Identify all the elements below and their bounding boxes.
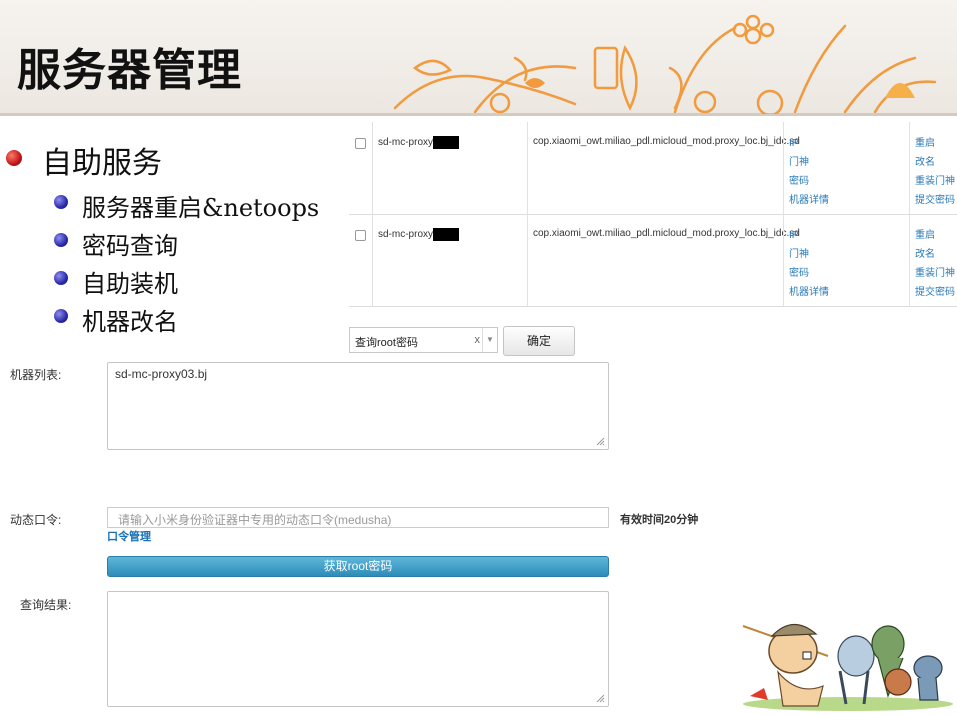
server-table: sd-mc-proxy cop.xiaomi_owt.miliao_pdl.mi… — [349, 122, 957, 307]
resize-handle-icon[interactable] — [596, 694, 605, 703]
bullet-sub-text: 密码查询 — [82, 232, 178, 260]
mascot-illustration — [742, 623, 953, 711]
chevron-down-icon[interactable]: ▼ — [482, 328, 497, 352]
link-machine-details[interactable]: 机器详情 — [789, 283, 829, 302]
clear-icon[interactable]: x — [475, 334, 481, 346]
action-submit-password[interactable]: 提交密码 — [915, 191, 955, 210]
table-row: sd-mc-proxy cop.xiaomi_owt.miliao_pdl.mi… — [349, 122, 957, 215]
bullet-blue-dot-icon — [54, 271, 68, 285]
result-label: 查询结果: — [20, 598, 72, 612]
action-reboot[interactable]: 重启 — [915, 134, 955, 153]
bullet-blue-dot-icon — [54, 309, 68, 323]
link-ip[interactable]: IP — [789, 226, 829, 245]
bullet-sub-text: 服务器重启&netoops — [82, 194, 320, 222]
redaction-block — [433, 228, 460, 241]
bullet-blue-dot-icon — [54, 233, 68, 247]
column-divider — [372, 214, 373, 306]
link-password[interactable]: 密码 — [789, 264, 829, 283]
validity-note: 有效时间20分钟 — [620, 514, 699, 526]
otp-label: 动态口令: — [10, 513, 62, 527]
row-checkbox[interactable] — [355, 138, 366, 149]
service-path-cell: cop.xiaomi_owt.miliao_pdl.micloud_mod.pr… — [533, 228, 800, 239]
service-path-cell: cop.xiaomi_owt.miliao_pdl.micloud_mod.pr… — [533, 136, 800, 147]
action-reinstall-gatekeeper[interactable]: 重装门神 — [915, 264, 955, 283]
action-rename[interactable]: 改名 — [915, 153, 955, 172]
otp-management-link[interactable]: 口令管理 — [107, 528, 151, 544]
bullet-red-dot-icon — [6, 150, 22, 166]
machine-list-label: 机器列表: — [10, 368, 62, 382]
column-divider — [527, 214, 528, 306]
action-rename[interactable]: 改名 — [915, 245, 955, 264]
bullet-blue-dot-icon — [54, 195, 68, 209]
column-divider — [372, 122, 373, 214]
table-row: sd-mc-proxy cop.xiaomi_owt.miliao_pdl.mi… — [349, 214, 957, 307]
query-type-select[interactable]: 查询root密码 x ▼ — [349, 327, 498, 353]
hostname-cell: sd-mc-proxy — [378, 136, 460, 149]
link-gatekeeper[interactable]: 门神 — [789, 153, 829, 172]
bullet-sub-text: 机器改名 — [82, 308, 178, 336]
action-submit-password[interactable]: 提交密码 — [915, 283, 955, 302]
row-checkbox[interactable] — [355, 230, 366, 241]
get-root-password-button[interactable]: 获取root密码 — [107, 556, 609, 577]
hostname-cell: sd-mc-proxy — [378, 228, 460, 241]
redaction-block — [433, 136, 460, 149]
otp-placeholder: 请输入小米身份验证器中专用的动态口令(medusha) — [118, 513, 392, 527]
machine-list-textarea[interactable]: sd-mc-proxy03.bj — [107, 362, 609, 450]
decorative-illustration — [393, 14, 937, 114]
otp-input[interactable]: 请输入小米身份验证器中专用的动态口令(medusha) — [107, 507, 609, 528]
select-value: 查询root密码 — [355, 337, 418, 349]
bullet-sub-text: 自助装机 — [82, 270, 178, 298]
action-reinstall-gatekeeper[interactable]: 重装门神 — [915, 172, 955, 191]
info-links: IP 门神 密码 机器详情 — [789, 134, 829, 210]
action-links: 重启 改名 重装门神 提交密码 — [915, 226, 955, 302]
link-machine-details[interactable]: 机器详情 — [789, 191, 829, 210]
bullet-main-text: 自助服务 — [42, 146, 162, 181]
slide-title: 服务器管理 — [17, 45, 242, 96]
column-divider — [783, 122, 784, 214]
hostname-text: sd-mc-proxy — [378, 229, 434, 241]
info-links: IP 门神 密码 机器详情 — [789, 226, 829, 302]
hostname-text: sd-mc-proxy — [378, 137, 434, 149]
column-divider — [909, 214, 910, 306]
column-divider — [783, 214, 784, 306]
ok-button[interactable]: 确定 — [503, 326, 575, 356]
result-textarea[interactable] — [107, 591, 609, 707]
link-ip[interactable]: IP — [789, 134, 829, 153]
link-password[interactable]: 密码 — [789, 172, 829, 191]
action-reboot[interactable]: 重启 — [915, 226, 955, 245]
machine-list-value: sd-mc-proxy03.bj — [115, 367, 208, 381]
slide-header: 服务器管理 — [0, 0, 957, 116]
column-divider — [909, 122, 910, 214]
resize-handle-icon[interactable] — [596, 437, 605, 446]
column-divider — [527, 122, 528, 214]
action-links: 重启 改名 重装门神 提交密码 — [915, 134, 955, 210]
link-gatekeeper[interactable]: 门神 — [789, 245, 829, 264]
